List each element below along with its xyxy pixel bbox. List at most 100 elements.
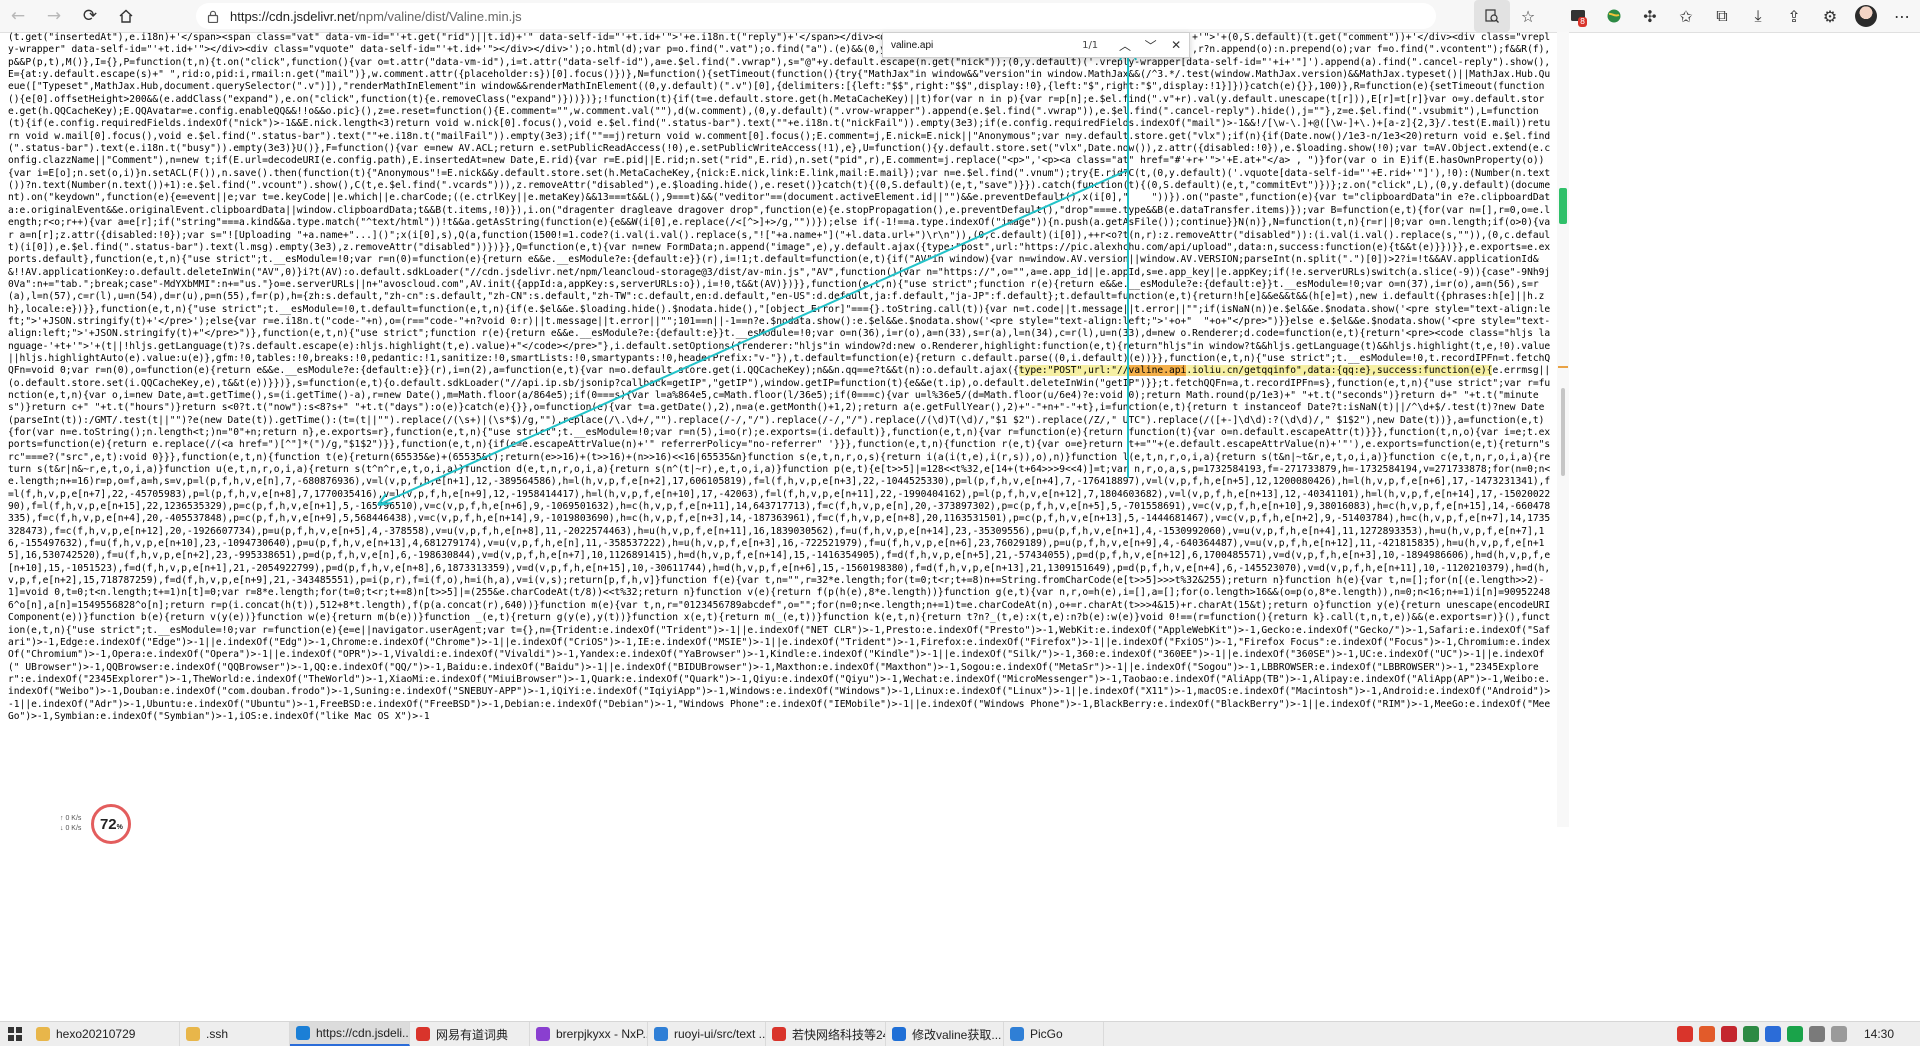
downloads-button[interactable]: ⤓ [1740, 0, 1776, 32]
taskbar-item-label: .ssh [206, 1027, 229, 1041]
windows-icon [8, 1027, 22, 1041]
extension-globe[interactable] [1596, 0, 1632, 32]
taskbar-item-label: https://cdn.jsdeli... [316, 1026, 410, 1040]
taskbar-item[interactable]: https://cdn.jsdeli... [290, 1022, 410, 1046]
system-tray: 14:30 [1674, 1022, 1920, 1046]
network-speeds: ↑ 0 K/s ↓ 0 K/s [60, 814, 81, 834]
notifications-extension[interactable]: 8 [1560, 0, 1596, 32]
code-text-before: (t.get("insertedAt"),e.i18n)+'</span><sp… [8, 32, 1551, 377]
app-icon [772, 1027, 786, 1041]
find-next-button[interactable]: ﹀ [1138, 37, 1164, 54]
app-icon [296, 1026, 310, 1040]
extension-tools[interactable]: ⚙ [1812, 0, 1848, 32]
taskbar-item[interactable]: .ssh [180, 1022, 290, 1046]
tray-app-icon-1[interactable] [1676, 1026, 1693, 1042]
back-button[interactable]: ← [0, 0, 36, 32]
taskbar-item[interactable]: 网易有道词典 [410, 1022, 530, 1046]
taskbar-clock[interactable]: 14:30 [1864, 1027, 1894, 1041]
scrollbar-thumb[interactable] [1561, 388, 1565, 476]
url-host: https://cdn.jsdelivr.net [230, 8, 356, 24]
find-previous-button[interactable]: ︿ [1112, 37, 1138, 54]
address-bar[interactable]: https://cdn.jsdelivr.net/npm/valine/dist… [196, 3, 1436, 29]
toolbar-right: ☆ 8 ✣ ✩ ⧉ ⤓ ⇪ ⚙ ⋯ [1474, 0, 1920, 32]
app-icon [416, 1027, 430, 1041]
taskbar-item-label: 若快网络科技等24... [792, 1027, 885, 1042]
find-tool-button[interactable] [1474, 0, 1510, 32]
tray-app-icon-4[interactable] [1742, 1026, 1759, 1042]
tray-network-icon[interactable] [1808, 1026, 1825, 1042]
page-search-icon [1485, 9, 1499, 23]
extensions-button[interactable]: ✣ [1632, 0, 1668, 32]
home-button[interactable] [108, 0, 144, 32]
reload-icon: ⟳ [82, 6, 98, 26]
tray-app-icon-5[interactable] [1764, 1026, 1781, 1042]
find-input[interactable]: valine.api [891, 40, 1039, 51]
app-icon [186, 1027, 200, 1041]
memory-gauge: 72% [91, 804, 132, 844]
menu-button[interactable]: ⋯ [1884, 0, 1920, 32]
taskbar-items: hexo20210729 .ssh https://cdn.jsdeli... 网易有… [30, 1022, 1104, 1046]
taskbar-item-label: ruoyi-ui/src/text ... [674, 1027, 766, 1041]
download-icon: ⤓ [1754, 6, 1762, 25]
share-icon: ⇪ [1787, 6, 1801, 26]
taskbar-item[interactable]: hexo20210729 [30, 1022, 180, 1046]
gauge-value: 72 [99, 815, 117, 833]
globe-icon [1607, 9, 1621, 23]
tools-icon: ⚙ [1822, 6, 1838, 26]
find-bar: valine.api 1/1 ︿ ﹀ ✕ [882, 32, 1190, 58]
app-icon [36, 1027, 50, 1041]
taskbar-item[interactable]: 修改valine获取... [886, 1022, 1004, 1046]
home-icon [119, 9, 133, 23]
browser-toolbar: ← → ⟳ https://cdn.jsdelivr.net/npm/valin… [0, 0, 1920, 33]
app-icon [1010, 1027, 1024, 1041]
more-icon: ⋯ [1894, 6, 1910, 26]
app-icon [654, 1027, 668, 1041]
download-speed: ↓ 0 K/s [60, 825, 82, 832]
code-highlight-suffix: .ioliu.cn/getqqinfo",data:{qq:e},success… [1186, 365, 1493, 377]
taskbar-item[interactable]: ruoyi-ui/src/text ... [648, 1022, 766, 1046]
app-icon [892, 1027, 906, 1041]
url-text: https://cdn.jsdelivr.net/npm/valine/dist… [230, 9, 522, 24]
tray-wechat-icon[interactable] [1786, 1026, 1803, 1042]
taskbar-item[interactable]: brerpjkyxx - NxP... [530, 1022, 648, 1046]
share-button[interactable]: ⇪ [1776, 0, 1812, 32]
gauge-unit: % [116, 823, 123, 831]
taskbar-item-label: brerpjkyxx - NxP... [556, 1027, 648, 1041]
avatar [1855, 5, 1877, 27]
lock-icon [206, 9, 220, 23]
chevron-down-icon: ﹀ [1144, 38, 1157, 53]
find-match-count: 1/1 [1082, 39, 1099, 51]
upload-speed: ↑ 0 K/s [60, 815, 82, 822]
arrow-right-icon: → [46, 6, 62, 26]
taskbar-item-label: hexo20210729 [56, 1027, 136, 1041]
find-match-highlight: valine.api [1128, 365, 1187, 377]
scroll-match-tick [1558, 366, 1568, 368]
favorites-list-button[interactable]: ✩ [1668, 0, 1704, 32]
code-highlight-prefix: type:"POST",url:"// [1018, 365, 1129, 377]
tray-volume-icon[interactable] [1830, 1026, 1847, 1042]
chevron-up-icon: ︿ [1118, 38, 1131, 53]
reload-button[interactable]: ⟳ [72, 0, 108, 32]
source-code-view[interactable]: (t.get("insertedAt"),e.i18n)+'</span><sp… [8, 32, 1553, 827]
app-icon [536, 1027, 550, 1041]
taskbar-item[interactable]: 若快网络科技等24... [766, 1022, 886, 1046]
code-text-after: e.errmsg||(o.default.store.set(i.QQCache… [8, 365, 1551, 722]
taskbar-item-label: PicGo [1030, 1027, 1063, 1041]
taskbar-item-label: 网易有道词典 [436, 1027, 509, 1042]
find-close-button[interactable]: ✕ [1163, 38, 1189, 52]
favorite-button[interactable]: ☆ [1510, 0, 1546, 32]
tray-app-icon-2[interactable] [1698, 1026, 1715, 1042]
start-button[interactable] [0, 1022, 30, 1046]
collections-button[interactable]: ⧉ [1704, 0, 1740, 32]
star-icon: ☆ [1520, 6, 1536, 26]
network-monitor-widget[interactable]: ↑ 0 K/s ↓ 0 K/s 72% [60, 804, 160, 844]
profile-button[interactable] [1848, 0, 1884, 32]
vertical-scrollbar[interactable] [1557, 32, 1569, 827]
collections-icon: ⧉ [1716, 6, 1728, 25]
taskbar-item[interactable]: PicGo [1004, 1022, 1104, 1046]
tray-app-icon-3[interactable] [1720, 1026, 1737, 1042]
arrow-left-icon: ← [10, 6, 26, 26]
taskbar-item-label: 修改valine获取... [912, 1027, 1002, 1042]
forward-button[interactable]: → [36, 0, 72, 32]
url-path: /npm/valine/dist/Valine.min.js [355, 8, 522, 24]
